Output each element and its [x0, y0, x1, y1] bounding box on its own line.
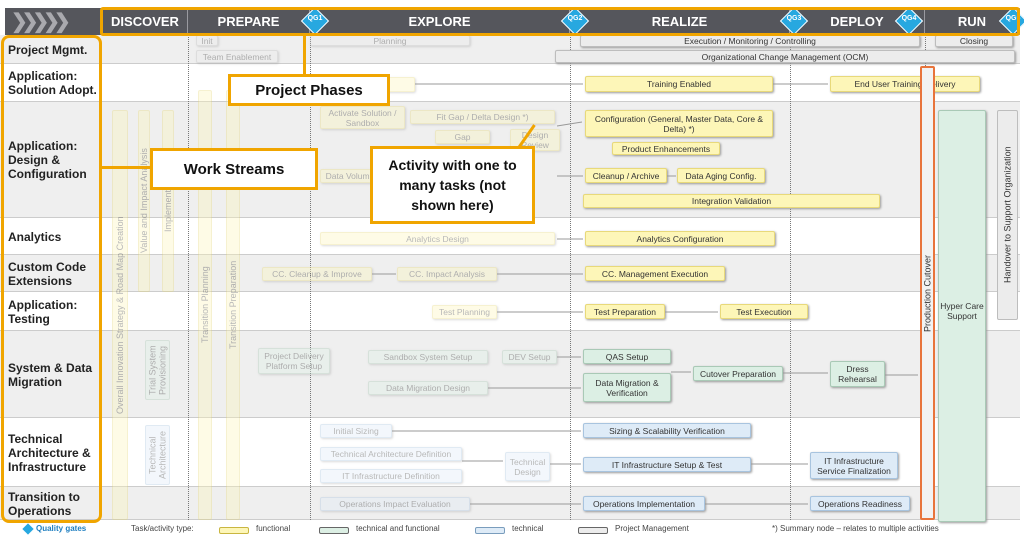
activity-cc-management: CC. Management Execution: [585, 266, 725, 281]
activity-end-user-training: End User Training Delivery: [830, 76, 980, 92]
activity-gap: Gap: [435, 130, 490, 144]
callout-line: [102, 166, 152, 169]
legend-swatch-functional: [219, 527, 249, 534]
activity-dress-rehearsal: Dress Rehearsal: [830, 361, 885, 387]
phase-divider: [790, 35, 791, 520]
activity-sizing-scalability: Sizing & Scalability Verification: [583, 423, 751, 438]
activity-training-enabled: Training Enabled: [585, 76, 773, 92]
activity-planning: Planning: [310, 35, 470, 46]
legend-technical: technical: [512, 524, 544, 533]
activity-it-infra-definition: IT Infrastructure Definition: [320, 469, 462, 483]
quality-gate-legend-icon: [22, 523, 34, 535]
legend-functional: functional: [256, 524, 291, 533]
activity-product-enhancements: Product Enhancements: [612, 142, 720, 155]
activity-production-cutover: Production Cutover: [920, 66, 935, 520]
activity-test-execution: Test Execution: [720, 304, 808, 319]
activity-data-migration-verification: Data Migration & Verification: [583, 373, 671, 402]
activity-ops-impact: Operations Impact Evaluation: [320, 497, 470, 511]
phase-divider: [188, 35, 189, 520]
activity-test-planning: Test Planning: [432, 305, 497, 319]
activity-fit-gap: Fit Gap / Delta Design *): [410, 110, 555, 124]
activity-hyper-care-support: Hyper Care Support: [938, 110, 986, 522]
activity-ocm: Organizational Change Management (OCM): [555, 50, 1015, 63]
activity-ops-implementation: Operations Implementation: [583, 496, 705, 511]
activity-project-delivery-platform: Project Delivery Platform Setup: [258, 348, 330, 374]
callout-activity: Activity with one to many tasks (not sho…: [370, 146, 535, 224]
activity-cc-impact: CC. Impact Analysis: [397, 267, 497, 281]
workstreams-highlight: [1, 35, 102, 523]
chevron-arrows-icon: ❯❯❯❯❯: [5, 8, 100, 35]
activity-technical-architecture: Technical Architecture: [145, 425, 170, 485]
activity-activate-solution: Activate Solution / Sandbox: [320, 106, 405, 129]
activity-integration-validation: Integration Validation: [583, 194, 880, 208]
phases-highlight: [100, 7, 1020, 36]
activity-cutover-preparation: Cutover Preparation: [693, 366, 783, 381]
legend-type-label: Task/activity type:: [131, 524, 194, 533]
activity-tech-arch-definition: Technical Architecture Definition: [320, 447, 462, 461]
phase-divider: [570, 35, 571, 520]
activity-cc-cleanup: CC. Cleanup & Improve: [262, 267, 372, 281]
activity-value-impact: Value and Impact Analysis: [138, 110, 150, 292]
workstream-row: [0, 292, 1020, 331]
legend-quality-gates: Quality gates: [36, 524, 87, 533]
activity-test-preparation: Test Preparation: [585, 304, 665, 319]
legend-summary-note: *) Summary node – relates to multiple ac…: [772, 524, 939, 533]
activity-sandbox-setup: Sandbox System Setup: [368, 350, 488, 364]
activity-execution: Execution / Monitoring / Controlling: [580, 35, 920, 47]
legend-swatch-project-management: [578, 527, 608, 534]
callout-project-phases: Project Phases: [228, 74, 390, 106]
activity-qas-setup: QAS Setup: [583, 349, 671, 364]
activity-cleanup-archive: Cleanup / Archive: [585, 168, 667, 183]
activity-it-infra-finalization: IT Infrastructure Service Finalization: [810, 452, 898, 479]
legend-tech-functional: technical and functional: [356, 524, 440, 533]
activity-data-aging: Data Aging Config.: [677, 168, 765, 183]
workstream-row: [0, 255, 1020, 292]
activity-initial-sizing: Initial Sizing: [320, 424, 392, 438]
activity-configuration: Configuration (General, Master Data, Cor…: [585, 110, 773, 137]
activity-technical-design: Technical Design: [505, 452, 550, 481]
activity-handover: Handover to Support Organization: [997, 110, 1018, 320]
activity-ops-readiness: Operations Readiness: [810, 496, 910, 511]
legend-swatch-technical: [475, 527, 505, 534]
activity-data-migration-design: Data Migration Design: [368, 381, 488, 395]
activity-implementation: Implementation: [162, 110, 174, 292]
activity-closing: Closing: [935, 35, 1013, 47]
activity-team-enablement: Team Enablement: [196, 50, 278, 63]
activity-it-infra-setup: IT Infrastructure Setup & Test: [583, 457, 751, 472]
activity-init: Init: [196, 35, 218, 46]
legend-swatch-tech-functional: [319, 527, 349, 534]
legend-project-management: Project Management: [615, 524, 689, 533]
callout-work-streams: Work Streams: [150, 148, 318, 190]
callout-line: [303, 35, 306, 75]
activity-analytics-configuration: Analytics Configuration: [585, 231, 775, 246]
activity-overall-innovation: Overall Innovation Strategy & Road Map C…: [112, 110, 128, 520]
activity-trial-system: Trial System Provisioning: [145, 340, 170, 400]
activity-dev-setup: DEV Setup: [502, 350, 557, 364]
activity-analytics-design: Analytics Design: [320, 232, 555, 245]
